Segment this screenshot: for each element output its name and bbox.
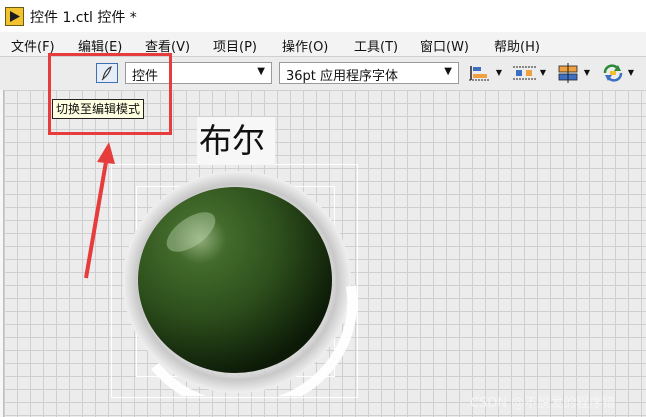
chevron-down-icon: ▼ [627,68,634,77]
chevron-down-icon: ▼ [495,68,502,77]
chevron-down-icon: ▼ [257,66,265,77]
chevron-down-icon: ▼ [583,68,590,77]
resize-objects-icon [558,63,578,83]
control-label[interactable]: 布尔 [199,121,265,161]
chevron-down-icon: ▼ [539,68,546,77]
menu-project[interactable]: 项目(P) [213,36,257,55]
reorder-button[interactable]: ▼ [600,63,634,83]
font-dropdown-value: 36pt 应用程序字体 [286,69,399,84]
labview-app-icon [5,7,24,26]
watermark: CSDN @不脱发的程序猿 [470,396,616,411]
annotation-arrow-icon [84,142,115,279]
menu-window[interactable]: 窗口(W) [420,36,469,55]
chevron-down-icon: ▼ [444,66,452,77]
distribute-objects-icon [513,66,536,80]
reorder-icon [603,64,623,82]
distribute-objects-button[interactable]: ▼ [512,63,546,83]
annotation-highlight-box [48,53,172,135]
align-objects-button[interactable]: ▼ [468,63,502,83]
menu-operate[interactable]: 操作(O) [282,36,328,55]
title-bar: 控件 1.ctl 控件 * [0,0,646,32]
menu-tools[interactable]: 工具(T) [354,36,398,55]
window-title: 控件 1.ctl 控件 * [30,10,137,26]
font-dropdown[interactable]: 36pt 应用程序字体 ▼ [279,62,459,84]
menu-help[interactable]: 帮助(H) [494,36,540,55]
resize-objects-button[interactable]: ▼ [556,63,590,83]
boolean-led-control[interactable] [115,166,360,396]
align-objects-icon [469,66,490,81]
